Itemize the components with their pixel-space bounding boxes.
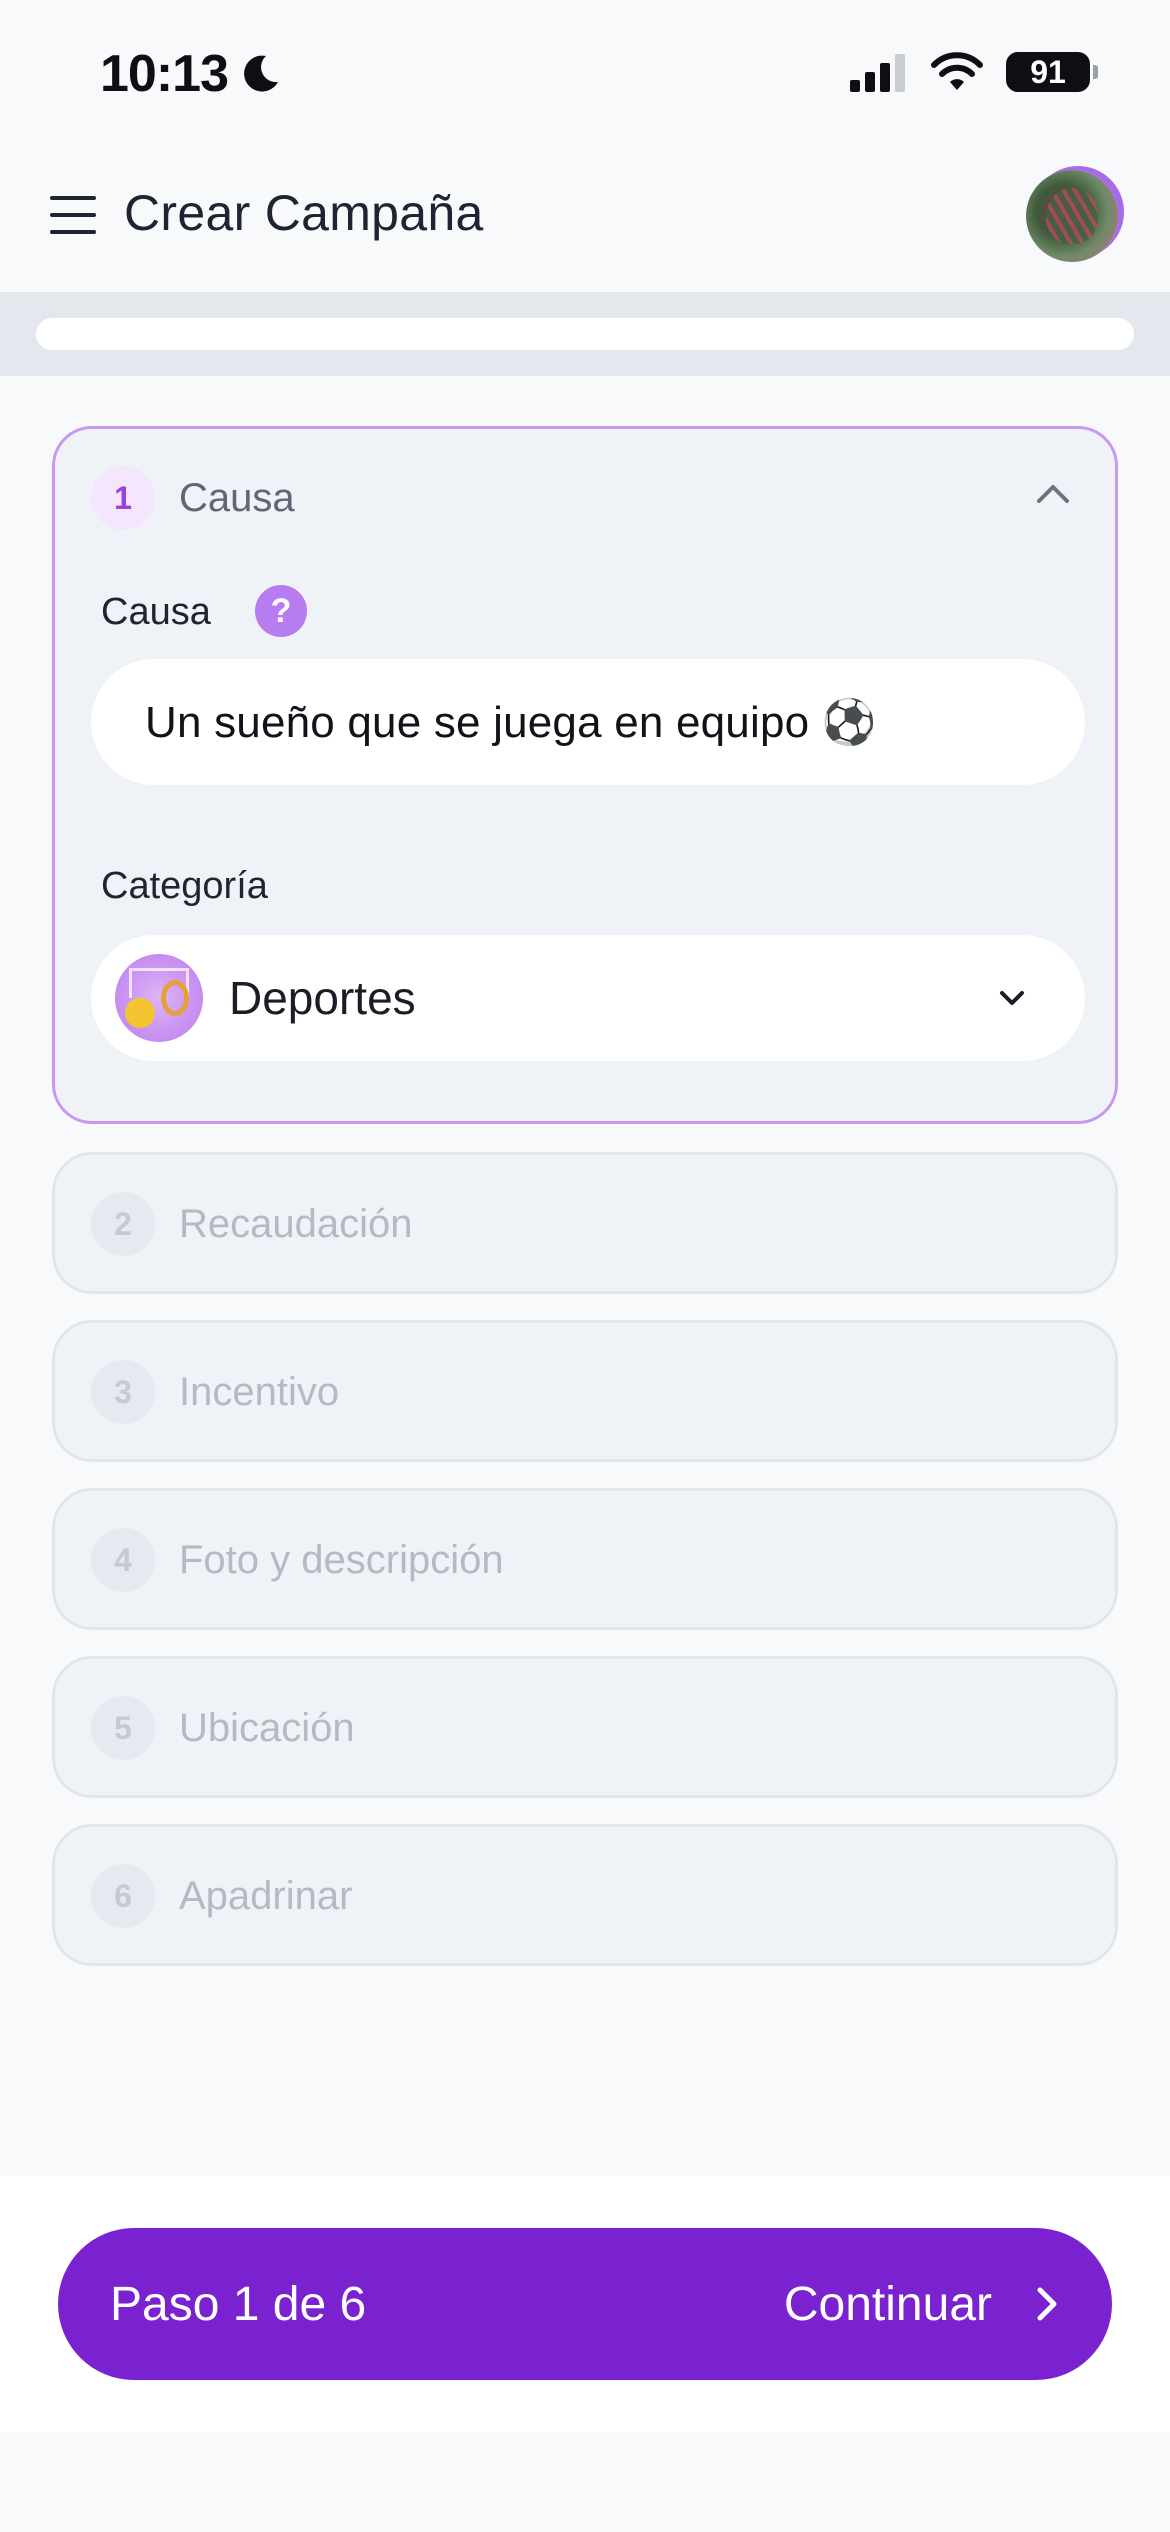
status-time: 10:13 xyxy=(100,44,282,104)
step-indicator: Paso 1 de 6 xyxy=(110,2277,367,2331)
category-select[interactable]: Deportes xyxy=(91,935,1085,1061)
app-header: Crear Campaña xyxy=(0,150,1170,292)
step-title: Apadrinar xyxy=(179,1873,353,1918)
screen: 10:13 91 Crear Campaña 1 Causa Causa ? U… xyxy=(0,0,1170,2532)
moon-icon xyxy=(244,55,278,92)
chevron-up-icon[interactable] xyxy=(1035,481,1071,505)
step-card-apadrinar[interactable]: 6 Apadrinar xyxy=(52,1824,1118,1966)
step-number: 5 xyxy=(91,1696,155,1760)
bottom-action-bar: Paso 1 de 6 Continuar xyxy=(0,2176,1170,2432)
step-card-incentivo[interactable]: 3 Incentivo xyxy=(52,1320,1118,1462)
step-number: 6 xyxy=(91,1864,155,1928)
progress-strip xyxy=(0,292,1170,376)
status-icons: 91 xyxy=(850,52,1098,92)
step-header-ubicacion: 5 Ubicación xyxy=(55,1659,1115,1797)
step-card-causa: 1 Causa Causa ? Un sueño que se juega en… xyxy=(52,426,1118,1124)
help-icon[interactable]: ? xyxy=(255,585,307,637)
step-number: 2 xyxy=(91,1192,155,1256)
step-title: Ubicación xyxy=(179,1705,355,1750)
status-bar: 10:13 91 xyxy=(0,0,1170,150)
avatar[interactable] xyxy=(1026,170,1118,262)
step-title: Incentivo xyxy=(179,1369,340,1414)
step-card-ubicacion[interactable]: 5 Ubicación xyxy=(52,1656,1118,1798)
step-header-causa[interactable]: 1 Causa xyxy=(55,429,1115,567)
wifi-icon xyxy=(931,52,983,90)
sports-category-icon xyxy=(115,954,203,1042)
cellular-signal-icon xyxy=(850,54,905,92)
step-header-recaudacion: 2 Recaudación xyxy=(55,1155,1115,1293)
step-title: Recaudación xyxy=(179,1201,413,1246)
category-label: Categoría xyxy=(101,865,268,907)
menu-icon[interactable] xyxy=(50,196,96,236)
chevron-down-icon xyxy=(1000,991,1024,1005)
progress-bar xyxy=(36,318,1134,350)
cause-label: Causa xyxy=(101,591,211,633)
step-header-apadrinar: 6 Apadrinar xyxy=(55,1827,1115,1965)
step-header-incentivo: 3 Incentivo xyxy=(55,1323,1115,1461)
time-text: 10:13 xyxy=(100,45,229,103)
step-card-recaudacion[interactable]: 2 Recaudación xyxy=(52,1152,1118,1294)
step-header-foto: 4 Foto y descripción xyxy=(55,1491,1115,1629)
continue-label: Continuar xyxy=(783,2277,992,2331)
battery-level: 91 xyxy=(1030,53,1066,90)
cause-input[interactable]: Un sueño que se juega en equipo ⚽ xyxy=(91,659,1085,785)
category-value: Deportes xyxy=(229,972,416,1024)
step-number: 4 xyxy=(91,1528,155,1592)
chevron-right-icon xyxy=(1037,2287,1057,2321)
page-title: Crear Campaña xyxy=(124,185,484,241)
step-card-foto[interactable]: 4 Foto y descripción xyxy=(52,1488,1118,1630)
battery-icon: 91 xyxy=(1006,52,1098,92)
step-title: Foto y descripción xyxy=(179,1537,504,1582)
step-number: 3 xyxy=(91,1360,155,1424)
step-title: Causa xyxy=(179,475,295,520)
continue-button[interactable]: Paso 1 de 6 Continuar xyxy=(58,2228,1112,2380)
step-number: 1 xyxy=(91,466,155,530)
